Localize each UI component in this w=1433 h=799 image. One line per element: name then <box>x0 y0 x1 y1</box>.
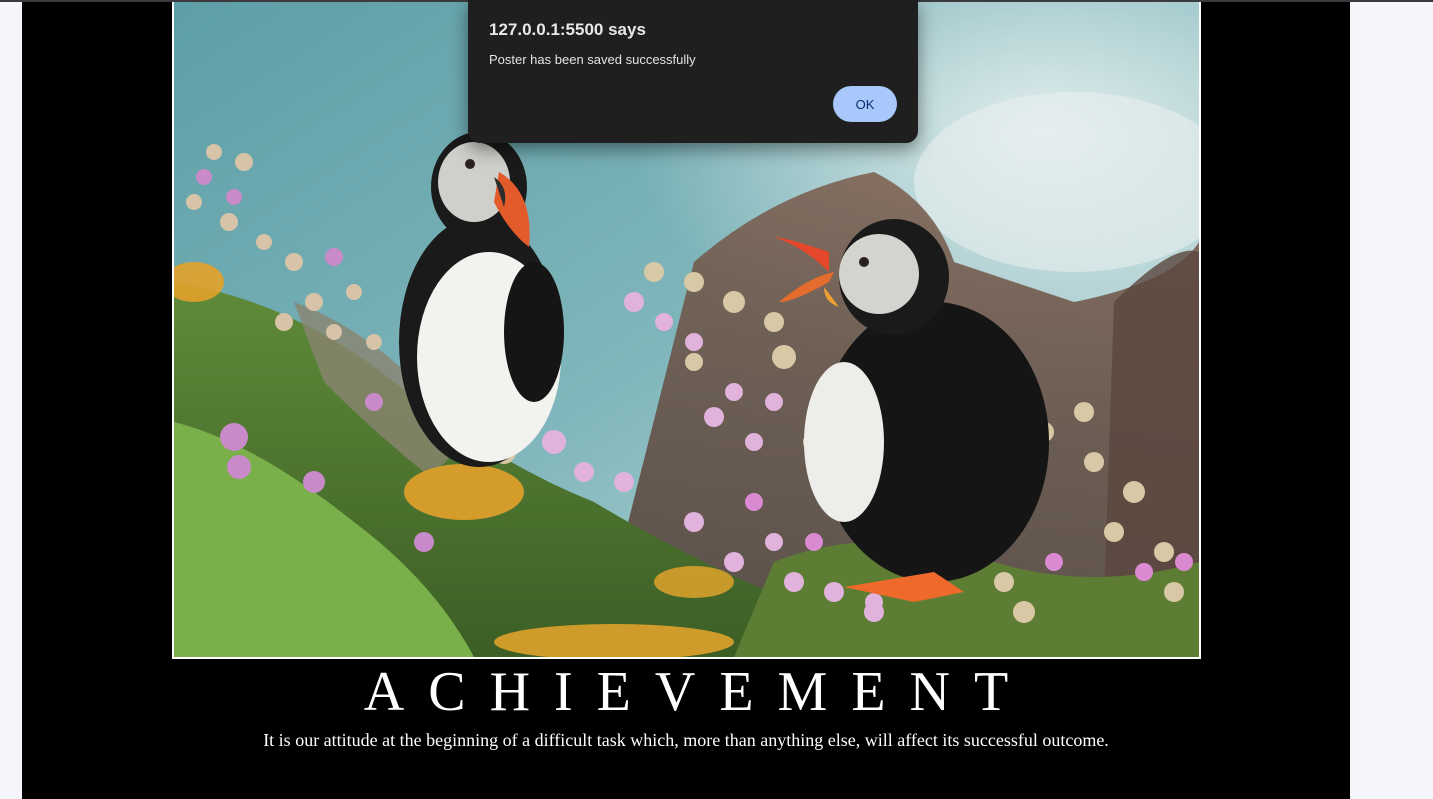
poster-subtitle: It is our attitude at the beginning of a… <box>263 730 1109 750</box>
alert-dialog: 127.0.0.1:5500 says Poster has been save… <box>468 0 918 143</box>
poster-title: ACHIEVEMENT <box>363 661 1033 723</box>
ok-button[interactable]: OK <box>833 86 897 122</box>
dialog-title: 127.0.0.1:5500 says <box>489 20 646 39</box>
dialog-message: Poster has been saved successfully <box>489 52 696 67</box>
